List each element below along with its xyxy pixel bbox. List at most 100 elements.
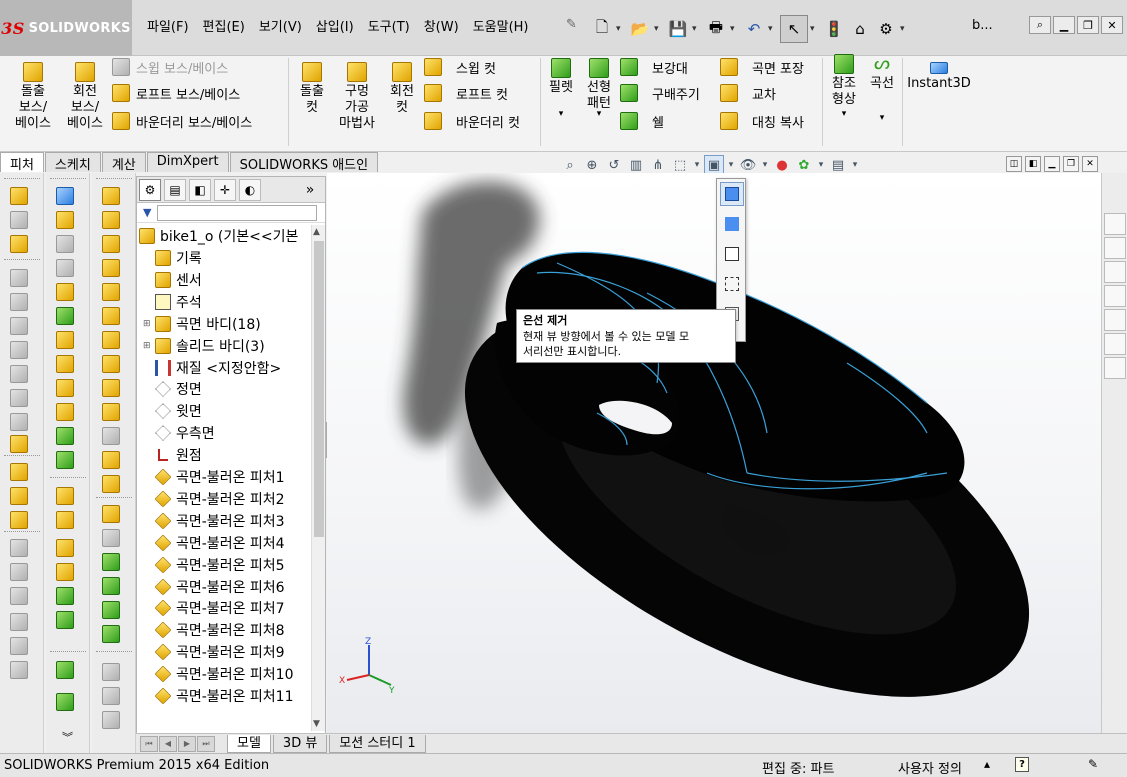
print-icon[interactable]: 🖶 [704, 17, 728, 41]
tool-icon[interactable] [56, 355, 74, 373]
tool-icon[interactable] [102, 235, 120, 253]
chevron-down-icon[interactable]: ▾ [692, 24, 702, 34]
appearances-icon[interactable] [1104, 309, 1126, 331]
tree-item[interactable]: 곡면-불러온 피처7 [143, 597, 285, 619]
loft-boss-button[interactable]: 로프트 보스/베이스 [112, 82, 240, 104]
tool-icon[interactable] [102, 529, 120, 547]
sweep-cut-button[interactable]: 스윕 컷 [424, 56, 496, 78]
chevron-down-icon[interactable]: ▾ [559, 106, 564, 122]
view-orientation-icon[interactable]: ⬚ [670, 155, 690, 175]
tool-icon[interactable] [10, 463, 28, 481]
tool-icon[interactable] [56, 539, 74, 557]
tool-icon[interactable] [10, 539, 28, 557]
tree-item[interactable]: 곡면-불러온 피처3 [143, 510, 285, 532]
tool-icon[interactable] [10, 365, 28, 383]
undo-icon[interactable]: ↶ [742, 17, 766, 41]
chevron-down-icon[interactable]: ▾ [768, 24, 778, 34]
section-view-icon[interactable]: ▥ [626, 155, 646, 175]
tool-icon[interactable] [56, 187, 74, 205]
chevron-down-icon[interactable]: ▾ [842, 106, 847, 122]
save-icon[interactable]: 💾 [666, 17, 690, 41]
property-manager-icon[interactable]: ▤ [164, 178, 186, 201]
tool-icon[interactable] [102, 663, 120, 681]
extrude-cut-button[interactable]: 돌출 컷 [292, 62, 332, 116]
pin-icon[interactable]: ✎ [566, 17, 577, 32]
tab-3d-views[interactable]: 3D 뷰 [272, 734, 328, 753]
restore-view-icon[interactable]: ❐ [1063, 156, 1079, 172]
chevron-down-icon[interactable]: ▾ [900, 24, 910, 34]
tool-icon[interactable] [102, 355, 120, 373]
help-icon[interactable]: ? [1015, 757, 1029, 772]
tree-root-part[interactable]: bike1_o (기본<<기본 [139, 225, 298, 247]
boundary-cut-button[interactable]: 바운더리 컷 [424, 110, 520, 132]
options-icon[interactable]: ⚙ [874, 17, 898, 41]
units-selector[interactable]: 사용자 정의 [898, 758, 962, 777]
zoom-area-icon[interactable]: ⊕ [582, 155, 602, 175]
boundary-boss-button[interactable]: 바운더리 보스/베이스 [112, 110, 252, 132]
edit-appearance-icon[interactable]: ● [772, 155, 792, 175]
expand-icon[interactable]: ⊞ [143, 341, 153, 351]
chevron-up-icon[interactable]: ▴ [984, 757, 990, 771]
minimize-button[interactable]: ▁ [1053, 16, 1075, 34]
menu-insert[interactable]: 삽입(I) [309, 14, 361, 37]
shaded-icon[interactable] [720, 212, 744, 236]
tool-icon[interactable] [10, 413, 28, 431]
previous-view-icon[interactable]: ↺ [604, 155, 624, 175]
file-explorer-icon[interactable] [1104, 285, 1126, 307]
tool-icon[interactable] [10, 637, 28, 655]
tree-filter-input[interactable] [157, 204, 318, 221]
hole-wizard-button[interactable]: 구멍 가공 마법사 [334, 62, 380, 132]
tool-icon[interactable] [56, 379, 74, 397]
next-tab-icon[interactable]: ▶ [178, 735, 196, 752]
chevron-down-icon[interactable]: ▾ [810, 24, 820, 34]
hidden-lines-removed-icon[interactable] [720, 242, 744, 266]
tree-item[interactable]: 곡면-불러온 피처8 [143, 619, 285, 641]
tab-motion-study[interactable]: 모션 스터디 1 [329, 734, 426, 753]
fillet-button[interactable]: 필렛 ▾ [544, 58, 578, 122]
tree-item[interactable]: 곡면-불러온 피처4 [143, 532, 285, 554]
menu-file[interactable]: 파일(F) [140, 14, 196, 37]
tool-icon[interactable] [102, 427, 120, 445]
shaded-with-edges-icon[interactable] [720, 182, 744, 206]
tool-icon[interactable] [102, 687, 120, 705]
tool-icon[interactable] [56, 563, 74, 581]
tool-icon[interactable] [10, 435, 28, 453]
tool-icon[interactable] [56, 403, 74, 421]
tree-item[interactable]: 곡면-불러온 피처9 [143, 641, 285, 663]
resources-icon[interactable] [1104, 237, 1126, 259]
tool-icon[interactable] [56, 259, 74, 277]
shell-button[interactable]: 쉘 [620, 110, 664, 132]
extrude-boss-button[interactable]: 돌출 보스/ 베이스 [10, 62, 56, 132]
tool-icon[interactable] [102, 187, 120, 205]
wrap-button[interactable]: 곡면 포장 [720, 56, 804, 78]
scroll-up-icon[interactable]: ▲ [313, 227, 320, 237]
apply-scene-icon[interactable]: ✿ [794, 155, 814, 175]
tool-icon[interactable] [102, 475, 120, 493]
tree-item[interactable]: 재질 <지정안함> [143, 357, 281, 379]
tool-icon[interactable] [102, 625, 120, 643]
tool-icon[interactable] [10, 661, 28, 679]
tool-icon[interactable] [10, 389, 28, 407]
tool-icon[interactable] [56, 427, 74, 445]
tool-icon[interactable] [10, 317, 28, 335]
tool-icon[interactable] [10, 613, 28, 631]
split-view-icon[interactable]: ◫ [1006, 156, 1022, 172]
loft-cut-button[interactable]: 로프트 컷 [424, 82, 508, 104]
chevron-down-icon[interactable]: ▾ [880, 110, 885, 126]
curves-button[interactable]: ᔕ 곡선 ▾ [864, 54, 900, 126]
tree-item[interactable]: 윗면 [143, 400, 202, 422]
tool-icon[interactable] [102, 211, 120, 229]
tree-item[interactable]: 센서 [143, 269, 202, 291]
chevron-down-icon[interactable]: ▾ [726, 155, 736, 175]
select-icon[interactable]: ↖ [780, 15, 808, 43]
menu-view[interactable]: 보기(V) [252, 14, 309, 37]
tool-icon[interactable] [10, 587, 28, 605]
tree-item[interactable]: 기록 [143, 247, 202, 269]
tree-item[interactable]: 곡면-불러온 피처5 [143, 554, 285, 576]
tree-item[interactable]: 곡면-불러온 피처10 [143, 663, 293, 685]
tab-evaluate[interactable]: 계산 [101, 152, 146, 173]
draft-button[interactable]: 구배주기 [620, 82, 700, 104]
chevron-down-icon[interactable]: ▾ [760, 155, 770, 175]
tree-item[interactable]: 주석 [143, 291, 202, 313]
tool-icon[interactable] [56, 211, 74, 229]
